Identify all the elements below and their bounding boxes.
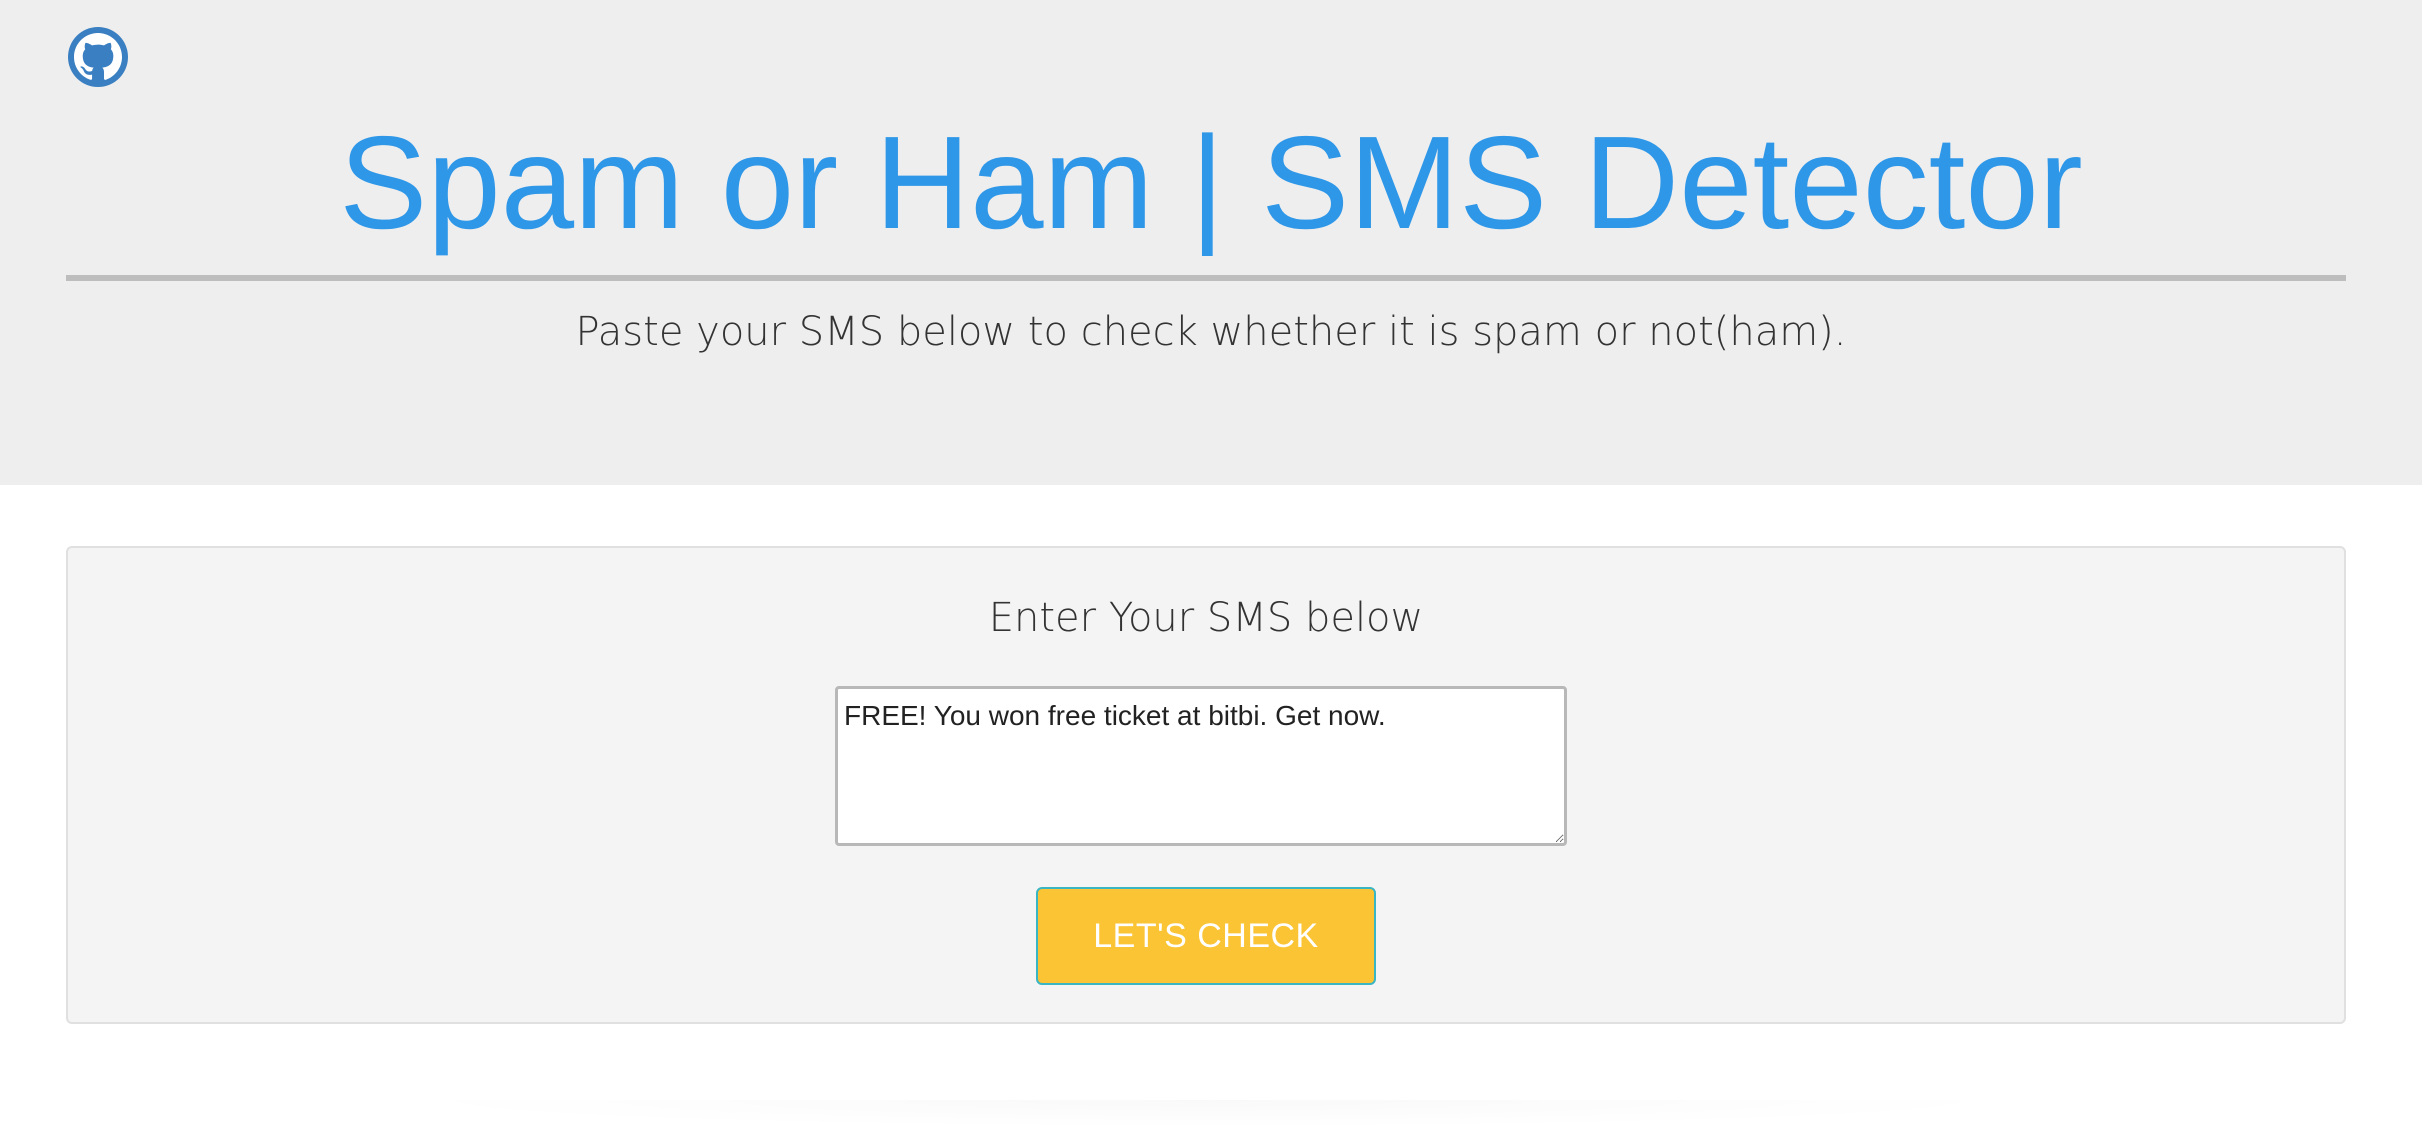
page-subtitle: Paste your SMS below to check whether it… — [575, 309, 1847, 355]
sms-textarea[interactable]: FREE! You won free ticket at bitbi. Get … — [835, 686, 1567, 846]
footer-shadow — [380, 1100, 2040, 1128]
github-link[interactable] — [68, 27, 128, 87]
github-icon — [68, 27, 128, 87]
sms-form-panel: Enter Your SMS below FREE! You won free … — [66, 546, 2346, 1024]
form-heading: Enter Your SMS below — [988, 595, 1424, 641]
title-divider — [66, 275, 2346, 281]
page-title: Spam or Ham | SMS Detector — [339, 109, 2083, 256]
lets-check-button[interactable]: LET'S CHECK — [1036, 887, 1376, 985]
header-jumbotron: Spam or Ham | SMS Detector Paste your SM… — [0, 0, 2422, 485]
